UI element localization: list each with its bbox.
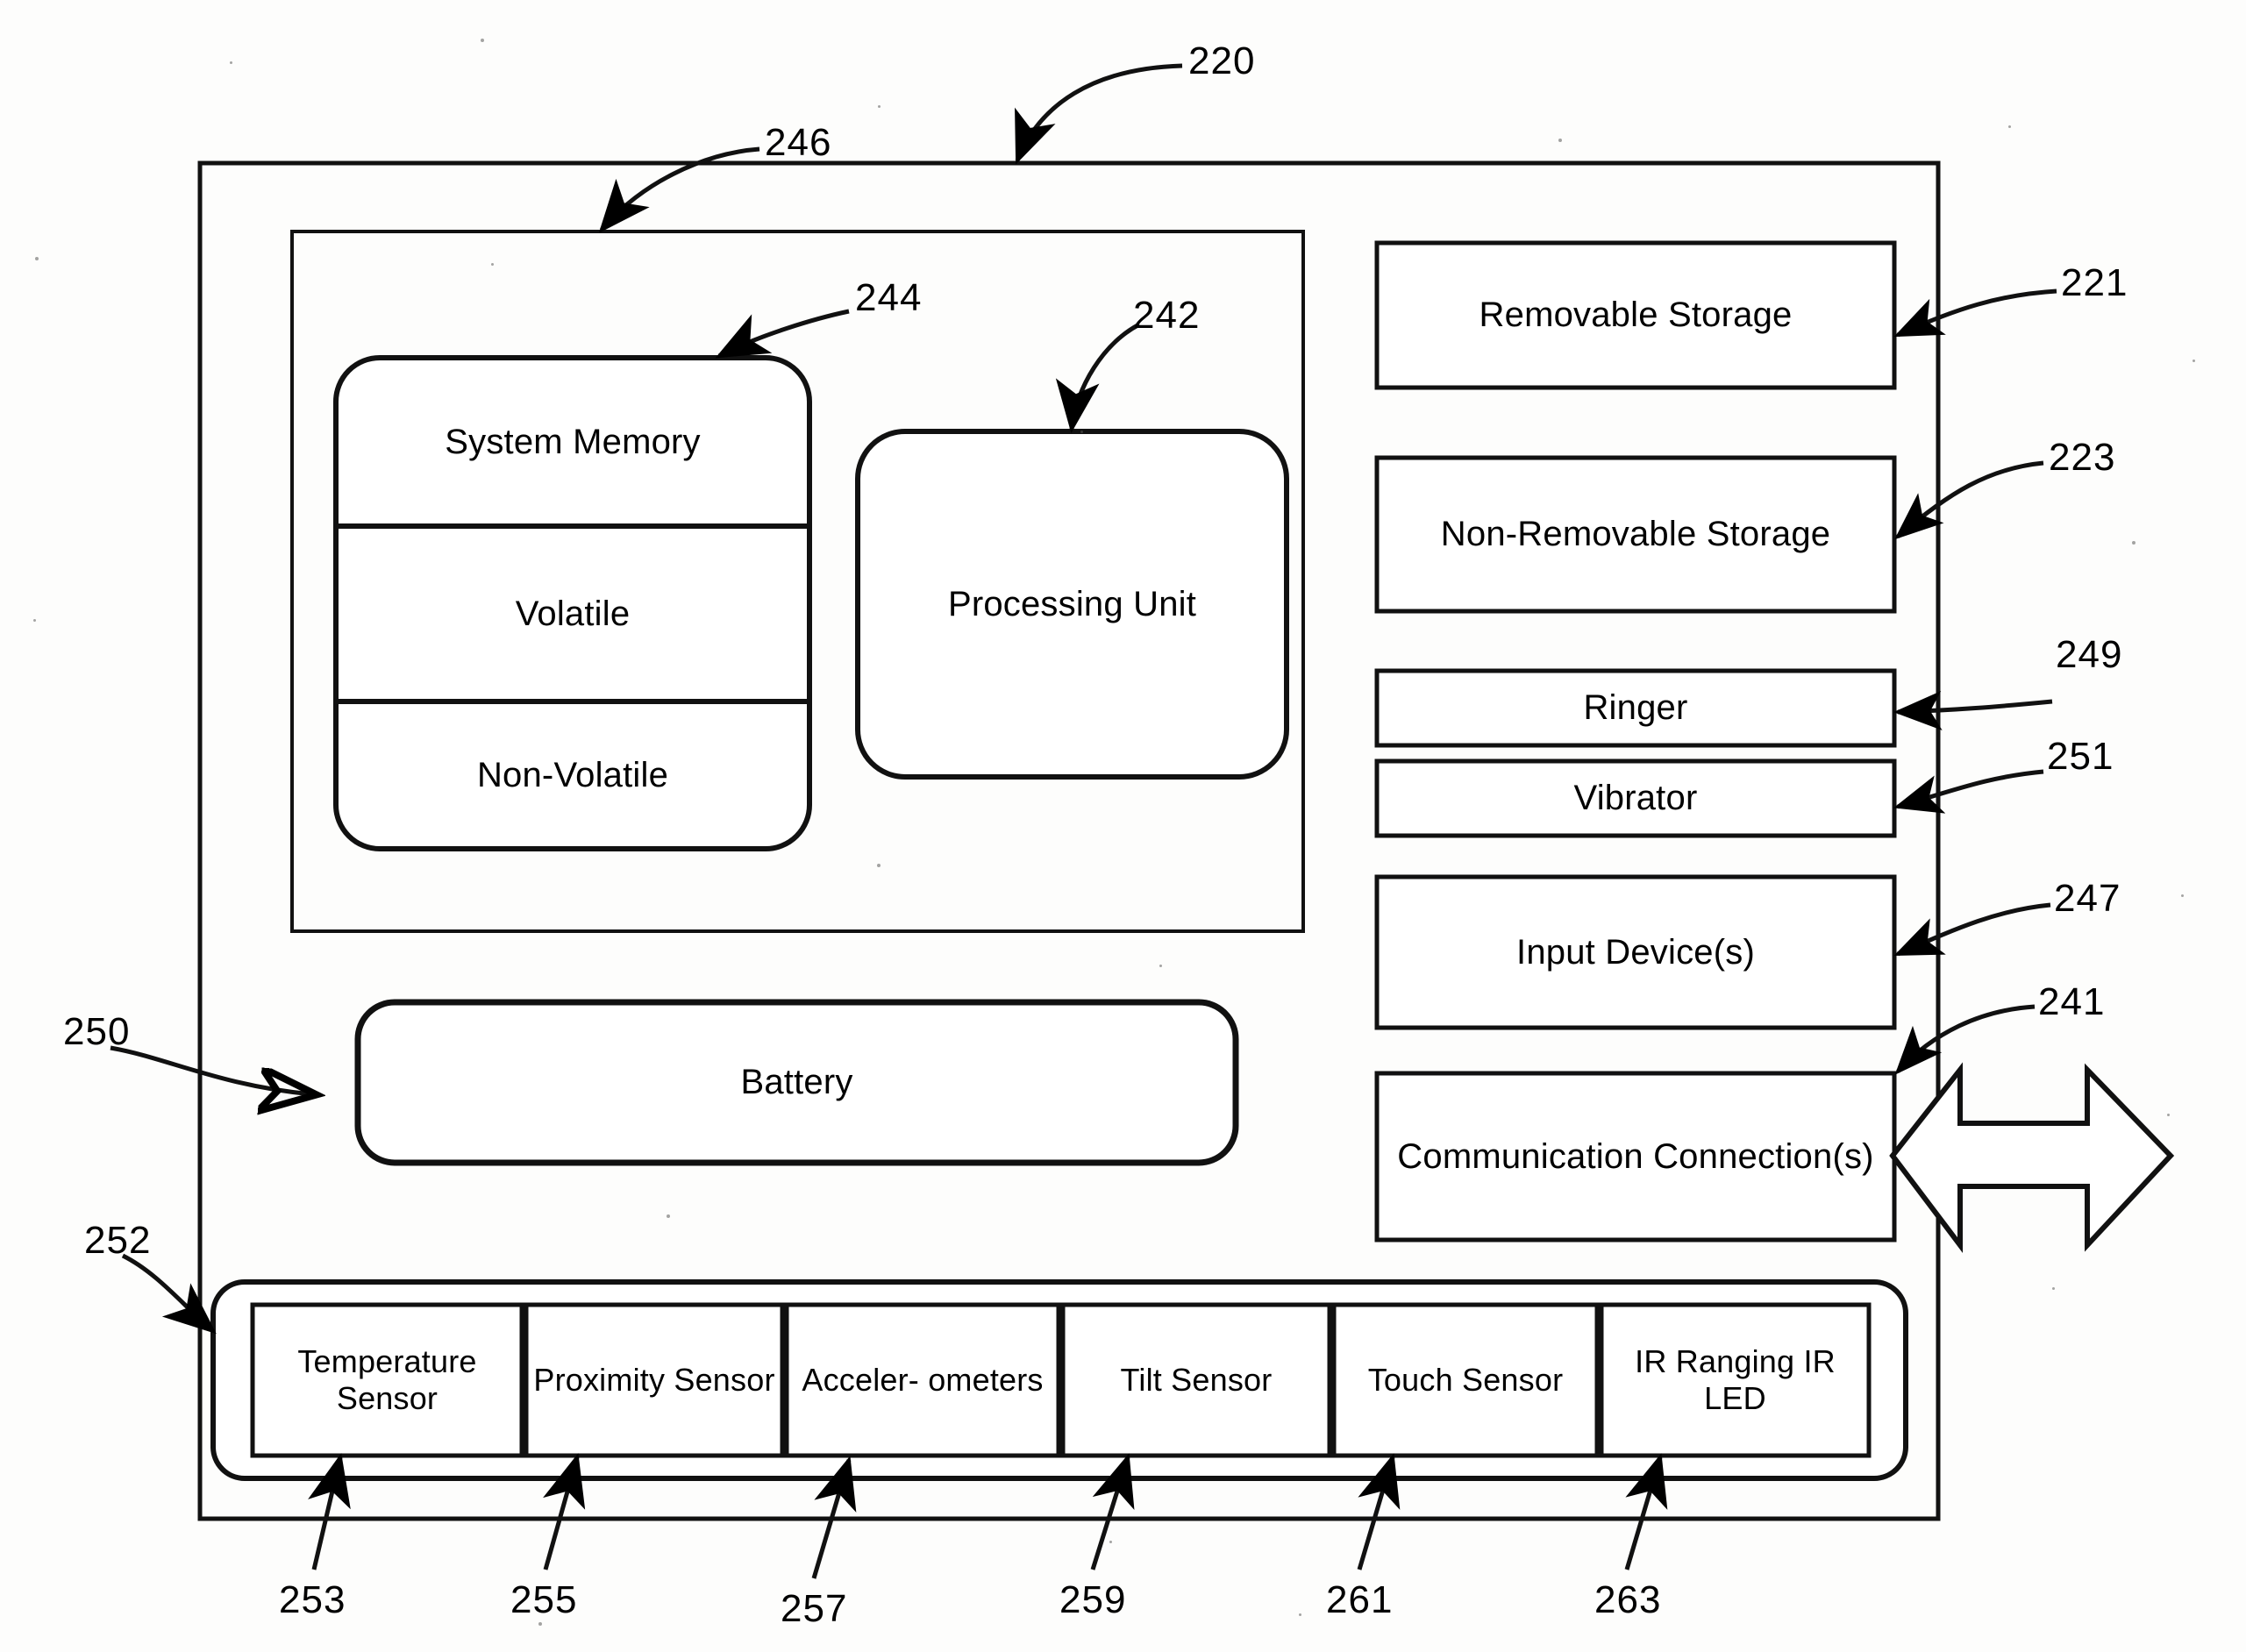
leader-250 (110, 1045, 312, 1094)
reference-numeral-220: 220 (1188, 39, 1256, 82)
scan-speck (1080, 431, 1083, 433)
leader-247 (1893, 902, 2051, 957)
reference-numeral-251: 251 (2047, 735, 2114, 778)
reference-numeral-241: 241 (2038, 980, 2106, 1023)
sensor-label-temperature: Temperature Sensor (297, 1343, 477, 1416)
non-removable-storage-label: Non-Removable Storage (1440, 515, 1831, 553)
reference-numeral-242: 242 (1133, 294, 1201, 337)
reference-numeral-247: 247 (2054, 877, 2121, 920)
scan-speck (35, 257, 39, 260)
sensor-label-proximity: Proximity Sensor (533, 1362, 775, 1398)
removable-storage-label: Removable Storage (1479, 296, 1793, 334)
vibrator-label: Vibrator (1573, 779, 1698, 817)
scan-speck (1159, 965, 1162, 967)
external-communication-arrow (1889, 1062, 2175, 1253)
leader-253 (308, 1453, 351, 1570)
reference-numeral-261: 261 (1326, 1578, 1394, 1621)
reference-numeral-257: 257 (781, 1587, 848, 1630)
scan-speck (1558, 139, 1562, 142)
scan-speck (1109, 1541, 1112, 1543)
scan-speck (2132, 541, 2135, 545)
scan-speck (538, 1622, 542, 1626)
scan-speck (481, 39, 484, 42)
reference-numeral-250: 250 (63, 1010, 131, 1053)
battery-label: Battery (740, 1063, 853, 1101)
reference-numeral-223: 223 (2049, 436, 2116, 479)
input-devices-label: Input Device(s) (1516, 932, 1755, 972)
scan-speck (491, 263, 494, 266)
leader-251 (1893, 769, 2044, 814)
sensor-label-tilt: Tilt Sensor (1120, 1362, 1273, 1398)
scan-speck (2167, 1114, 2170, 1116)
scan-speck (877, 864, 881, 867)
reference-numeral-249: 249 (2056, 633, 2123, 676)
reference-numeral-259: 259 (1059, 1578, 1127, 1621)
sensor-label-ir-ranging: IR Ranging IR LED (1635, 1343, 1836, 1416)
leader-261 (1357, 1453, 1401, 1570)
leader-244 (715, 309, 850, 359)
scan-speck (2193, 360, 2195, 362)
scan-speck (230, 61, 232, 64)
non-volatile-label: Non-Volatile (476, 755, 669, 794)
reference-numeral-263: 263 (1594, 1578, 1662, 1621)
leader-246 (598, 146, 760, 233)
leader-242 (1055, 322, 1141, 433)
scan-speck (33, 619, 36, 622)
leader-241 (1894, 1004, 2036, 1075)
reference-numeral-252: 252 (84, 1219, 152, 1262)
leader-249 (1893, 690, 2053, 730)
leader-259 (1090, 1453, 1135, 1570)
patent-figure: System Memory Volatile Non-Volatile Proc… (0, 0, 2246, 1652)
communication-connections-label: Communication Connection(s) (1397, 1136, 1874, 1176)
leader-221 (1893, 288, 2057, 338)
leader-263 (1624, 1453, 1668, 1570)
leader-223 (1894, 460, 2044, 540)
reference-numeral-255: 255 (510, 1578, 578, 1621)
reference-numeral-244: 244 (855, 276, 923, 319)
sensor-label-accelerometers: Acceler- ometers (802, 1362, 1044, 1398)
leader-257 (811, 1456, 857, 1579)
scan-speck (1299, 1613, 1301, 1616)
volatile-label: Volatile (515, 594, 631, 633)
sensor-label-touch: Touch Sensor (1367, 1362, 1564, 1398)
leader-220 (1015, 63, 1183, 165)
scan-speck (2008, 125, 2011, 128)
scan-speck (2181, 894, 2184, 897)
ringer-label: Ringer (1583, 688, 1688, 727)
reference-numeral-253: 253 (279, 1578, 346, 1621)
system-memory-label: System Memory (445, 422, 701, 461)
leader-252 (121, 1253, 217, 1335)
reference-numeral-246: 246 (765, 121, 832, 164)
scan-speck (2052, 1287, 2055, 1290)
processing-unit-label: Processing Unit (947, 584, 1197, 623)
scan-speck (878, 105, 881, 108)
scan-speck (667, 1214, 670, 1218)
reference-numeral-221: 221 (2061, 261, 2128, 304)
leader-255 (543, 1453, 586, 1570)
